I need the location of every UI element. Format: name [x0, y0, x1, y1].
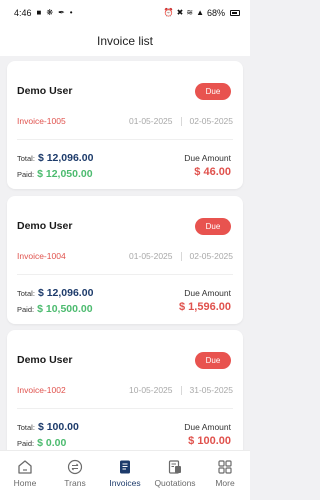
- bottom-nav: Home Trans Invoices Quotations More: [0, 450, 250, 500]
- page-header: Invoice list: [0, 26, 250, 56]
- page-title: Invoice list: [96, 34, 154, 48]
- status-bar: 4:46 ■ ❋ ✒ • ⏰ ✖ ≋ ▲ 68%: [0, 0, 250, 26]
- invoice-card[interactable]: Demo User Due Invoice-1004 01-05-2025 02…: [7, 196, 243, 324]
- status-badge: Due: [195, 83, 231, 100]
- invoice-date-to: 02-05-2025: [189, 116, 233, 126]
- total-label: Total:: [17, 289, 35, 298]
- pen-icon: ✒: [58, 8, 65, 17]
- customer-name: Demo User: [17, 354, 73, 366]
- due-amount: $ 1,596.00: [179, 301, 231, 313]
- invoice-date-from: 01-05-2025: [129, 251, 173, 261]
- signal-icon: ▲: [196, 8, 204, 17]
- nav-label: Quotations: [154, 478, 196, 488]
- due-summary: Due Amount $ 100.00: [184, 422, 231, 447]
- invoice-card[interactable]: Demo User Due Invoice-1005 01-05-2025 02…: [7, 61, 243, 189]
- transfer-icon: [67, 458, 83, 476]
- nav-quotations[interactable]: Quotations: [152, 458, 198, 488]
- due-amount: $ 46.00: [194, 166, 231, 178]
- card-divider: [17, 139, 233, 140]
- status-badge: Due: [195, 218, 231, 235]
- nav-label: Invoices: [109, 478, 141, 488]
- nav-trans[interactable]: Trans: [52, 458, 98, 488]
- invoice-icon: [117, 458, 133, 476]
- amounts-summary: Total: $ 100.00 Paid: $ 0.00: [17, 421, 79, 450]
- total-amount: $ 12,096.00: [37, 152, 94, 164]
- mute-icon: ✖: [176, 8, 184, 17]
- nav-invoices[interactable]: Invoices: [102, 458, 148, 488]
- wifi-icon: ≋: [186, 8, 194, 17]
- customer-name: Demo User: [17, 85, 73, 97]
- dot-icon: •: [69, 8, 73, 17]
- invoice-number: Invoice-1002: [17, 385, 66, 395]
- nav-label: Home: [13, 478, 37, 488]
- status-time: 4:46: [14, 8, 32, 18]
- card-divider: [17, 274, 233, 275]
- paid-label: Paid:: [17, 170, 35, 179]
- due-summary: Due Amount $ 1,596.00: [179, 288, 231, 313]
- card-divider: [17, 408, 233, 409]
- date-separator: [180, 116, 182, 126]
- total-label: Total:: [17, 154, 35, 163]
- amounts-summary: Total: $ 12,096.00 Paid: $ 10,500.00: [17, 287, 93, 319]
- paid-amount: $ 0.00: [37, 437, 67, 449]
- total-amount: $ 12,096.00: [37, 287, 94, 299]
- invoice-date-from: 01-05-2025: [129, 116, 173, 126]
- nav-label: More: [215, 478, 235, 488]
- paid-amount: $ 12,050.00: [37, 168, 93, 180]
- amounts-summary: Total: $ 12,096.00 Paid: $ 12,050.00: [17, 152, 93, 184]
- due-summary: Due Amount $ 46.00: [184, 153, 231, 178]
- paid-label: Paid:: [17, 305, 35, 314]
- alarm-icon: ⏰: [163, 8, 174, 17]
- due-amount: $ 100.00: [188, 435, 231, 447]
- nav-label: Trans: [64, 478, 86, 488]
- nav-home[interactable]: Home: [2, 458, 48, 488]
- invoice-number: Invoice-1005: [17, 116, 66, 126]
- quotation-icon: [167, 458, 183, 476]
- paid-label: Paid:: [17, 439, 35, 448]
- grid-icon: [217, 458, 233, 476]
- invoice-info-row: Invoice-1004 01-05-2025 02-05-2025: [17, 249, 233, 263]
- invoice-date-to: 02-05-2025: [189, 251, 233, 261]
- total-label: Total:: [17, 423, 35, 432]
- invoice-date-from: 10-05-2025: [129, 385, 173, 395]
- status-badge: Due: [195, 352, 231, 369]
- invoice-card[interactable]: Demo User Due Invoice-1002 10-05-2025 31…: [7, 330, 243, 450]
- due-label: Due Amount: [184, 288, 231, 298]
- due-label: Due Amount: [184, 422, 231, 432]
- invoice-list[interactable]: Demo User Due Invoice-1005 01-05-2025 02…: [0, 56, 250, 450]
- date-separator: [180, 251, 182, 261]
- nav-more[interactable]: More: [202, 458, 248, 488]
- total-amount: $ 100.00: [37, 421, 79, 433]
- battery-icon: [230, 10, 240, 16]
- home-icon: [17, 458, 33, 476]
- customer-name: Demo User: [17, 220, 73, 232]
- date-separator: [180, 385, 182, 395]
- paid-amount: $ 10,500.00: [37, 303, 93, 315]
- due-label: Due Amount: [184, 153, 231, 163]
- invoice-info-row: Invoice-1005 01-05-2025 02-05-2025: [17, 114, 233, 128]
- settings-icon: ❋: [46, 8, 54, 17]
- notification-icon: ■: [36, 8, 42, 17]
- invoice-info-row: Invoice-1002 10-05-2025 31-05-2025: [17, 383, 233, 397]
- battery-percent: 68%: [206, 8, 225, 18]
- invoice-date-to: 31-05-2025: [189, 385, 233, 395]
- invoice-number: Invoice-1004: [17, 251, 66, 261]
